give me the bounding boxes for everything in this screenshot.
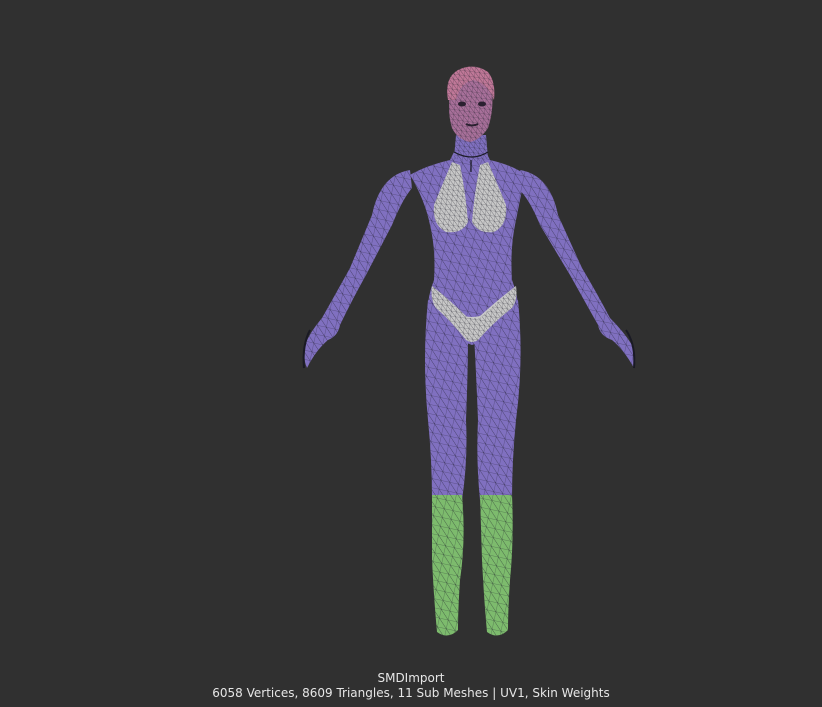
head-mesh	[447, 66, 495, 142]
boots-mesh	[432, 495, 513, 636]
mesh-info-overlay: SMDImport 6058 Vertices, 8609 Triangles,…	[0, 671, 822, 701]
mesh-stats-label: 6058 Vertices, 8609 Triangles, 11 Sub Me…	[212, 686, 610, 700]
asset-name-label: SMDImport	[377, 671, 445, 685]
left-arm-mesh	[304, 170, 412, 368]
character-mesh	[302, 66, 636, 636]
right-arm-mesh	[518, 170, 636, 368]
mesh-preview-viewport[interactable]: SMDImport 6058 Vertices, 8609 Triangles,…	[0, 0, 822, 707]
